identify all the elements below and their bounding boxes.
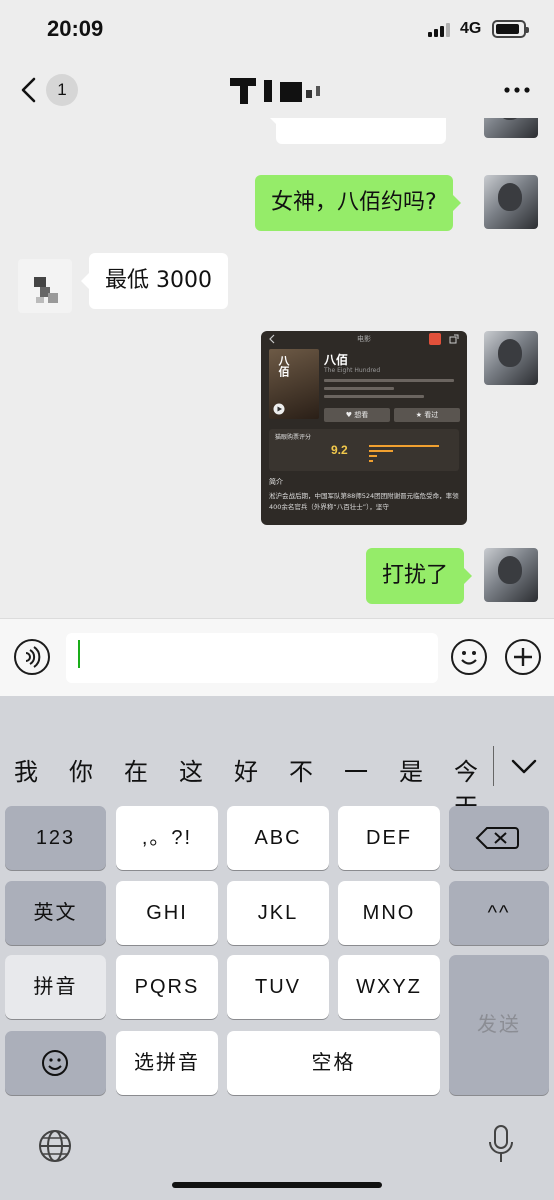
key-space[interactable]: 空格 (227, 1031, 440, 1095)
candidate-word[interactable]: 不 (289, 752, 313, 787)
message-input[interactable] (66, 633, 438, 683)
key-mno[interactable]: MNO (338, 881, 440, 945)
add-button[interactable] (505, 639, 541, 675)
signal-icon (428, 23, 452, 37)
message-bubble[interactable]: 打扰了 (366, 548, 473, 604)
backspace-icon (475, 827, 519, 849)
movie-subtitle: The Eight Hundred (324, 367, 381, 374)
globe-icon[interactable] (37, 1128, 73, 1164)
avatar[interactable] (484, 175, 538, 229)
rating-label: 猫眼购票评分 (275, 434, 312, 441)
seen-button[interactable]: ★ 看过 (394, 408, 460, 422)
keyboard: 我 你 在 这 好 不 一 是 今天 (0, 696, 554, 1200)
battery-icon (492, 20, 529, 38)
rating-panel: 猫眼购票评分 9.2 (269, 429, 459, 471)
chat-title-redacted (230, 78, 320, 104)
intro-label: 简介 (269, 478, 283, 486)
key-punctuation[interactable]: ,。?! (116, 806, 218, 870)
key-abc[interactable]: ABC (227, 806, 329, 870)
rating-score: 9.2 (331, 443, 348, 457)
movie-title: 八佰 (324, 353, 349, 367)
message-bubble[interactable]: 女神，八佰约吗? (255, 175, 461, 231)
unread-badge: 1 (46, 74, 78, 106)
movie-meta-line (324, 379, 454, 382)
movie-share-card[interactable]: 电影 八佰 八佰 The Eight Hundred ♥ 想看 ★ 看过 猫眼购… (261, 331, 467, 525)
key-select-pinyin[interactable]: 选拼音 (116, 1031, 218, 1095)
candidate-word[interactable]: 在 (124, 752, 148, 787)
avatar-pixelated-icon (34, 277, 58, 303)
key-ghi[interactable]: GHI (116, 881, 218, 945)
play-icon (273, 403, 285, 415)
avatar[interactable] (18, 259, 72, 313)
intro-text: 淞沪会战后期，中国军队第88师524团团附谢晋元临危受命，率领400余名官兵（外… (269, 492, 459, 511)
candidate-word[interactable]: 我 (14, 752, 38, 787)
back-button[interactable]: 1 (18, 72, 78, 108)
candidate-word[interactable]: 是 (399, 752, 423, 787)
voice-button[interactable] (14, 639, 50, 675)
send-button[interactable]: 发送 (449, 955, 549, 1095)
rating-bar (369, 455, 377, 457)
rating-bar (369, 445, 439, 447)
candidate-word[interactable]: 这 (179, 752, 203, 787)
more-options-button[interactable] (500, 78, 534, 102)
avatar[interactable] (484, 118, 538, 138)
key-english[interactable]: 英文 (5, 881, 106, 945)
chat-header: 1 (0, 62, 554, 118)
text-cursor (78, 640, 80, 668)
share-icon (449, 334, 459, 344)
candidate-word[interactable]: 好 (234, 752, 258, 787)
network-label: 4G (460, 20, 482, 37)
smiley-icon (461, 651, 477, 665)
key-pinyin[interactable]: 拼音 (5, 955, 106, 1019)
key-wxyz[interactable]: WXYZ (338, 955, 440, 1019)
key-numbers[interactable]: 123 (5, 806, 106, 870)
back-icon (269, 334, 275, 344)
key-jkl[interactable]: JKL (227, 881, 329, 945)
key-def[interactable]: DEF (338, 806, 440, 870)
movie-poster: 八佰 (269, 349, 319, 419)
avatar[interactable] (484, 548, 538, 602)
poster-title: 八佰 (277, 355, 290, 377)
microphone-icon[interactable] (488, 1124, 514, 1166)
candidate-word[interactable]: 一 (344, 752, 368, 787)
movie-meta-line (324, 395, 424, 398)
movie-meta-line (324, 387, 394, 390)
candidate-bar: 我 你 在 这 好 不 一 是 今天 (0, 696, 554, 821)
key-tuv[interactable]: TUV (227, 955, 329, 1019)
message-bubble-partial (268, 118, 446, 144)
plus-icon (514, 648, 532, 666)
candidate-word[interactable]: 你 (69, 752, 93, 787)
app-logo-icon (429, 333, 441, 345)
input-bar (0, 618, 554, 696)
chevron-left-icon (21, 77, 36, 103)
key-emoticon[interactable]: ^^ (449, 881, 549, 945)
status-bar: 20:09 4G (0, 0, 554, 62)
avatar[interactable] (484, 331, 538, 385)
home-indicator (172, 1182, 382, 1188)
chevron-down-icon[interactable] (508, 752, 540, 780)
key-backspace[interactable] (449, 806, 549, 870)
want-to-see-button[interactable]: ♥ 想看 (324, 408, 390, 422)
message-bubble[interactable]: 最低 3000 (81, 253, 228, 309)
status-time: 20:09 (47, 16, 104, 41)
candidate-divider (493, 746, 494, 786)
emoji-button[interactable] (451, 639, 487, 675)
smiley-icon (42, 1050, 68, 1076)
rating-bar (369, 460, 373, 462)
more-dots-icon (504, 87, 530, 93)
key-emoji[interactable] (5, 1031, 106, 1095)
rating-bar (369, 450, 393, 452)
voice-icon (25, 646, 41, 668)
key-pqrs[interactable]: PQRS (116, 955, 218, 1019)
message-list[interactable]: 女神，八佰约吗? 最低 3000 电影 八佰 八佰 The Eight Hund… (0, 118, 554, 618)
